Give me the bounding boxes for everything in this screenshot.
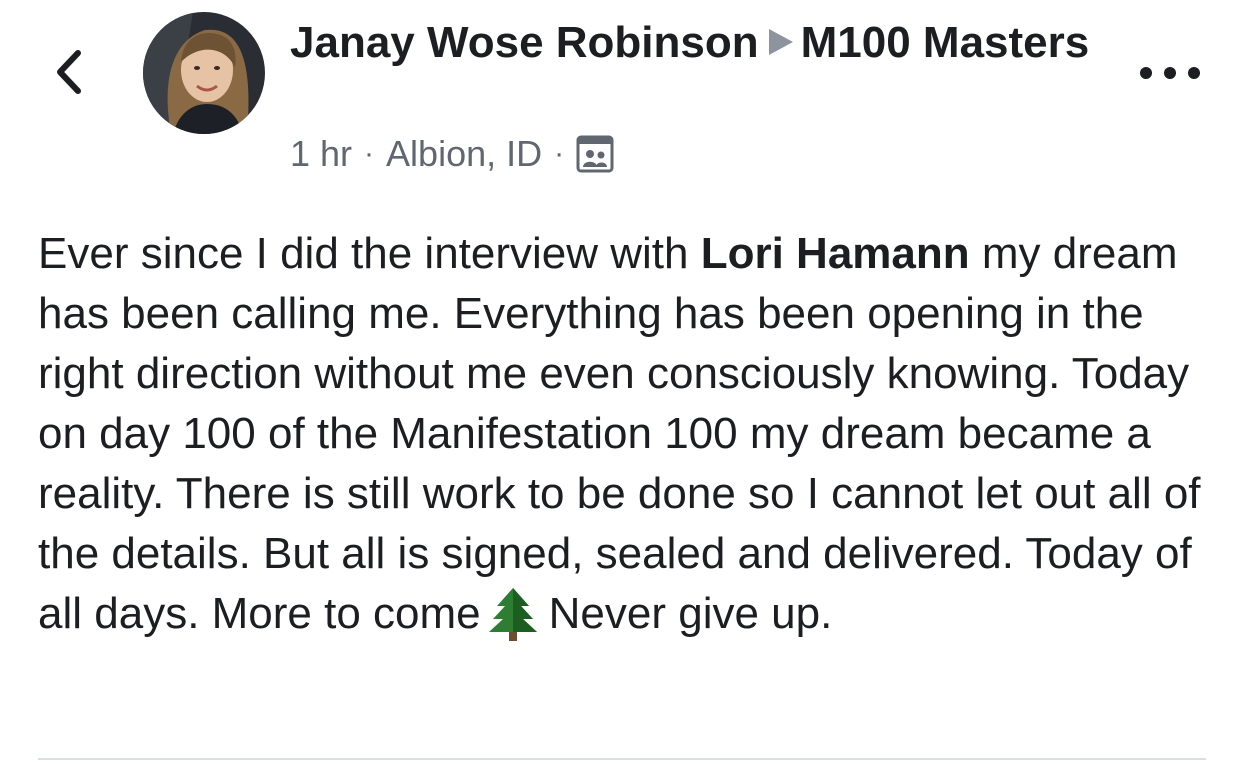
meta-separator: · xyxy=(554,137,565,170)
more-dot-icon xyxy=(1140,67,1152,79)
post-meta: 1 hr · Albion, ID · xyxy=(290,132,614,176)
group-name-link[interactable]: M100 Masters xyxy=(801,18,1090,67)
author-name-link[interactable]: Janay Wose Robinson xyxy=(290,18,759,67)
meta-separator: · xyxy=(364,137,375,170)
mention-link[interactable]: Lori Hamann xyxy=(701,229,970,278)
play-arrow-icon xyxy=(768,29,793,56)
post-time[interactable]: 1 hr xyxy=(290,133,352,175)
back-button[interactable] xyxy=(44,44,94,100)
post-location[interactable]: Albion, ID xyxy=(386,133,542,175)
post-text-end: Never give up. xyxy=(548,589,833,638)
more-dot-icon xyxy=(1164,67,1176,79)
evergreen-tree-icon xyxy=(488,588,537,641)
more-options-button[interactable] xyxy=(1140,55,1200,91)
avatar[interactable] xyxy=(143,12,265,134)
divider xyxy=(38,758,1206,760)
post-body: Ever since I did the interview with Lori… xyxy=(38,224,1218,644)
group-audience-icon[interactable] xyxy=(576,135,614,173)
chevron-left-icon xyxy=(57,50,81,94)
post-text-intro: Ever since I did the interview with xyxy=(38,229,701,278)
more-dot-icon xyxy=(1188,67,1200,79)
post-author-line: Janay Wose Robinson M100 Masters xyxy=(290,14,1150,71)
post-text-main: my dream has been calling me. Everything… xyxy=(38,229,1201,638)
